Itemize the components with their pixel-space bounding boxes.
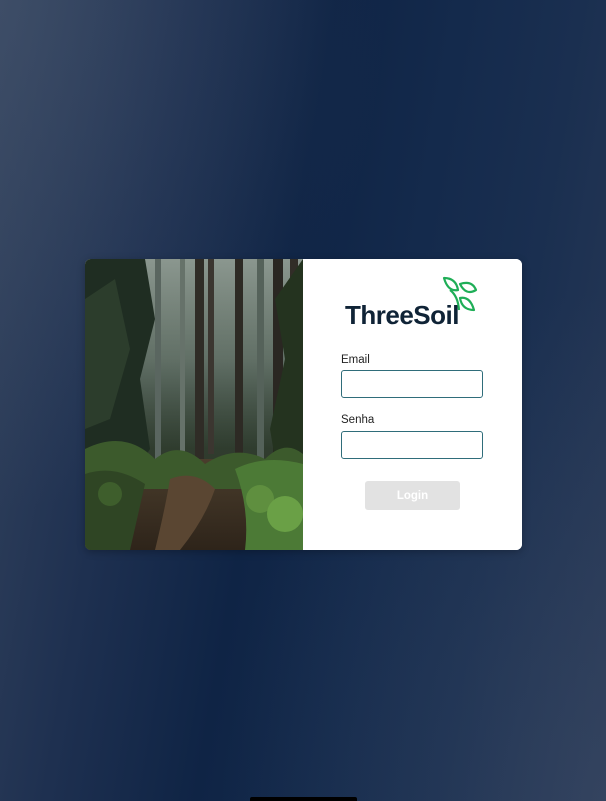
forest-illustration bbox=[85, 259, 303, 550]
password-field[interactable] bbox=[341, 431, 483, 459]
login-card: ThreeSoil Email Senha Login bbox=[85, 259, 522, 550]
email-field[interactable] bbox=[341, 370, 483, 398]
brand-logo: ThreeSoil bbox=[345, 276, 485, 334]
home-indicator bbox=[250, 797, 357, 801]
forest-image bbox=[85, 259, 303, 550]
login-panel: ThreeSoil Email Senha Login bbox=[303, 259, 522, 550]
leaf-icon bbox=[442, 276, 478, 312]
email-label: Email bbox=[341, 354, 370, 366]
password-label: Senha bbox=[341, 414, 375, 426]
login-button[interactable]: Login bbox=[365, 481, 460, 510]
